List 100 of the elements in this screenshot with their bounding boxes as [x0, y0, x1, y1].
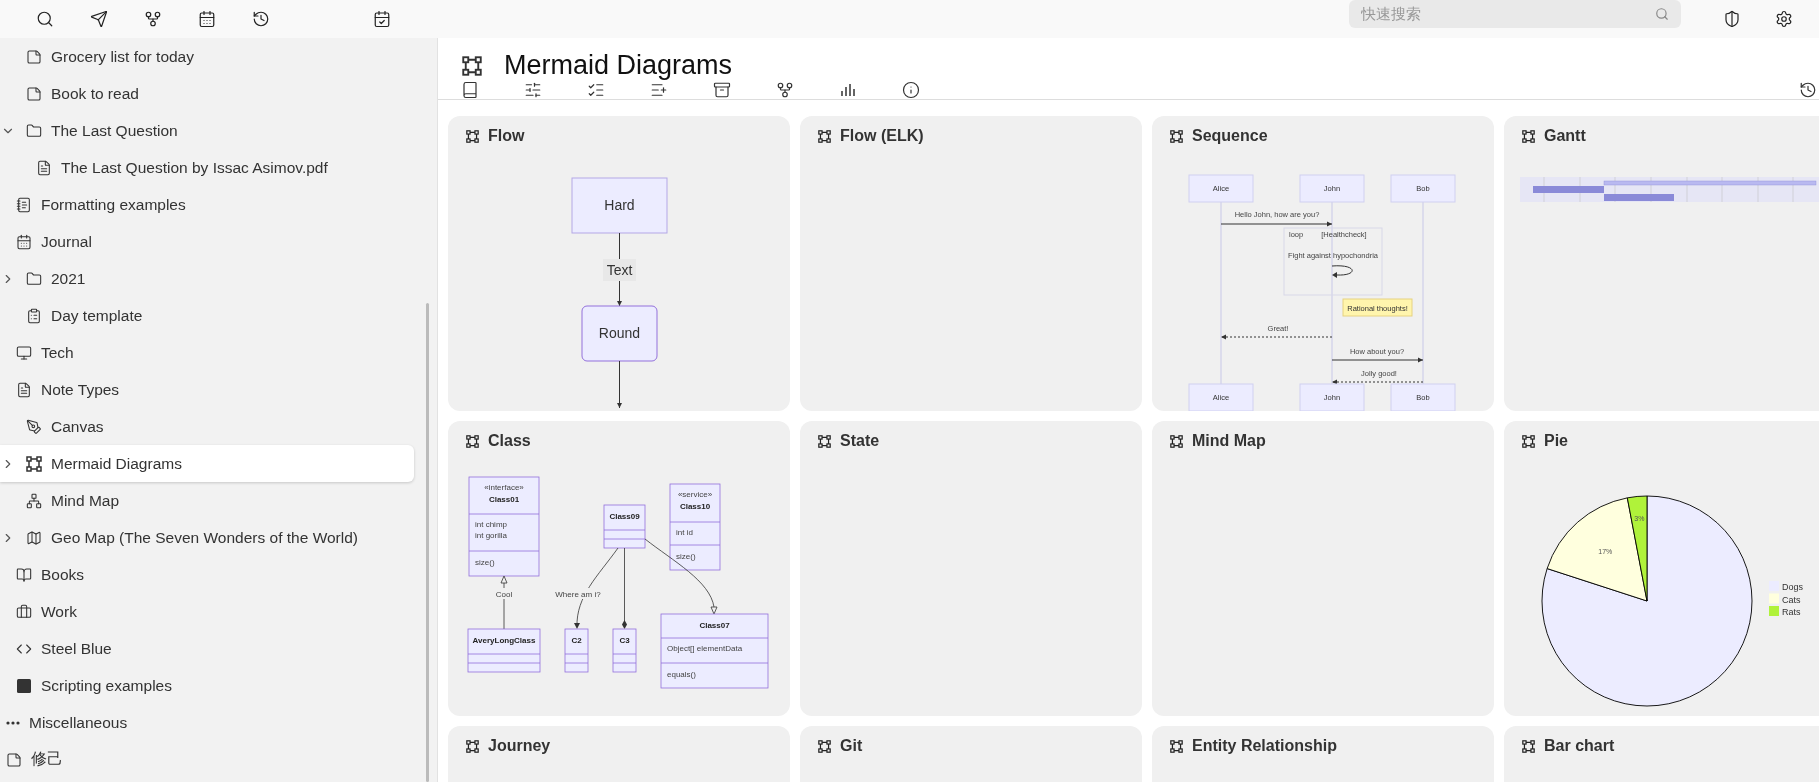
info-icon[interactable] — [902, 81, 920, 99]
card-title: State — [840, 432, 880, 450]
note-icon — [26, 85, 42, 102]
diagram-icon — [818, 739, 831, 753]
file-icon — [36, 159, 52, 176]
card-title: Flow (ELK) — [840, 127, 924, 145]
card-title: Entity Relationship — [1192, 737, 1337, 755]
calendar-icon — [16, 233, 32, 250]
class-box: «service» Class10 int id size() — [669, 483, 721, 571]
diagram-card[interactable]: Mind Map — [1152, 421, 1494, 716]
open-book-icon — [16, 566, 32, 583]
legend-label: Dogs — [1782, 582, 1803, 592]
tree-item[interactable]: Geo Map (The Seven Wonders of the World) — [0, 519, 414, 556]
card-title: Mind Map — [1192, 432, 1266, 450]
diagram-icon — [466, 434, 479, 448]
folder-icon — [26, 122, 42, 139]
diagram-icon — [462, 55, 482, 76]
sliders-icon[interactable] — [524, 81, 542, 99]
class-box: C2 — [564, 628, 589, 673]
history-icon[interactable] — [1799, 81, 1817, 99]
document-icon — [16, 381, 32, 398]
map-icon — [26, 529, 42, 546]
tree-item[interactable]: 2021 — [0, 260, 414, 297]
graph-icon[interactable] — [144, 10, 162, 28]
diagram-card[interactable]: Journey — [448, 726, 790, 782]
notebook-icon — [16, 196, 32, 213]
diagram-card[interactable]: Class «interface» Class01 int chimp int gorilla size() Cool AveryLongClass Class09 Where am i? C2 C3 «service» Class10 int id size() Class07 Object[] elementData equals() — [448, 421, 790, 716]
tree-item[interactable]: 修己 — [0, 741, 414, 778]
tree-item[interactable]: Steel Blue — [0, 630, 414, 667]
settings-icon[interactable] — [1775, 10, 1793, 28]
search-icon[interactable] — [36, 10, 54, 28]
diagram-card[interactable]: Entity Relationship — [1152, 726, 1494, 782]
self-arrow — [1331, 265, 1353, 278]
card-title: Class — [488, 432, 531, 450]
diagram-card[interactable]: Flow Hard Text Round — [448, 116, 790, 411]
diagram-card[interactable]: Git — [800, 726, 1142, 782]
diagram-card[interactable]: Flow (ELK) — [800, 116, 1142, 411]
class-box: AveryLongClass — [467, 628, 541, 673]
diagram-icon — [1170, 129, 1183, 143]
calendar-icon[interactable] — [373, 10, 391, 28]
diagram-icon — [26, 455, 42, 472]
diagram-card[interactable]: State — [800, 421, 1142, 716]
legend-swatch — [1769, 606, 1779, 616]
pen-icon — [26, 418, 42, 435]
search-icon — [1655, 7, 1669, 21]
edge-label: Cool — [493, 588, 515, 599]
tree-item[interactable]: Canvas — [0, 408, 414, 445]
clipboard-icon — [26, 307, 42, 324]
tree-item[interactable]: Mind Map — [0, 482, 414, 519]
tree-item[interactable]: Tech — [0, 334, 414, 371]
class-box: C3 — [612, 628, 637, 673]
card-title: Pie — [1544, 432, 1568, 450]
edge-label: Where am i? — [555, 588, 601, 599]
tree-item[interactable]: Day template — [0, 297, 414, 334]
diagram-icon — [466, 129, 479, 143]
monitor-icon — [16, 344, 32, 361]
tree-item[interactable]: The Last Question — [0, 112, 414, 149]
class-box: «interface» Class01 int chimp int gorilla size() — [468, 476, 540, 577]
tree-item[interactable]: Journal — [0, 223, 414, 260]
legend-label: Cats — [1782, 594, 1801, 605]
diagram-icon — [466, 739, 479, 753]
tree-item[interactable]: The Last Question by Issac Asimov.pdf — [0, 149, 414, 186]
diagram-card[interactable]: Bar chart — [1504, 726, 1819, 782]
folder-icon — [26, 270, 42, 287]
bar-chart-icon[interactable] — [839, 81, 857, 99]
send-icon[interactable] — [90, 10, 108, 28]
diagram-icon — [1522, 739, 1535, 753]
tree-item[interactable]: Book to read — [0, 75, 414, 112]
card-title: Flow — [488, 127, 525, 145]
diagram-icon — [1170, 434, 1183, 448]
calendar-icon[interactable] — [198, 10, 216, 28]
tree-item[interactable]: Grocery list for today — [0, 38, 414, 75]
class-box: Class07 Object[] elementData equals() — [660, 613, 769, 689]
tree-item[interactable]: Books — [0, 556, 414, 593]
history-icon[interactable] — [252, 10, 270, 28]
edge-label: Text — [603, 259, 636, 281]
note-icon — [6, 751, 22, 768]
graph-icon[interactable] — [776, 81, 794, 99]
tree-item[interactable]: Work — [0, 593, 414, 630]
tree-item[interactable]: Scripting examples — [0, 667, 414, 704]
tree-item[interactable]: Formatting examples — [0, 186, 414, 223]
search-field[interactable]: 快速搜索 — [1349, 0, 1681, 28]
script-icon — [16, 677, 32, 694]
shield-icon[interactable] — [1723, 10, 1741, 28]
tree-item[interactable]: Miscellaneous — [0, 704, 414, 741]
list-check-icon[interactable] — [587, 81, 605, 99]
class-box: Class09 — [603, 504, 646, 549]
tree-item[interactable]: Mermaid Diagrams — [0, 445, 414, 482]
book-icon[interactable] — [461, 81, 479, 99]
diagram-icon — [1170, 739, 1183, 753]
flow-node: Round — [581, 305, 658, 362]
archive-icon[interactable] — [713, 81, 731, 99]
card-title: Sequence — [1192, 127, 1268, 145]
scrollbar[interactable] — [426, 303, 429, 782]
tree-item[interactable]: Note Types — [0, 371, 414, 408]
card-title: Journey — [488, 737, 551, 755]
diagram-icon — [1522, 129, 1535, 143]
card-title: Git — [840, 737, 863, 755]
list-plus-icon[interactable] — [650, 81, 668, 99]
diagram-card[interactable]: Gantt — [1504, 116, 1819, 411]
